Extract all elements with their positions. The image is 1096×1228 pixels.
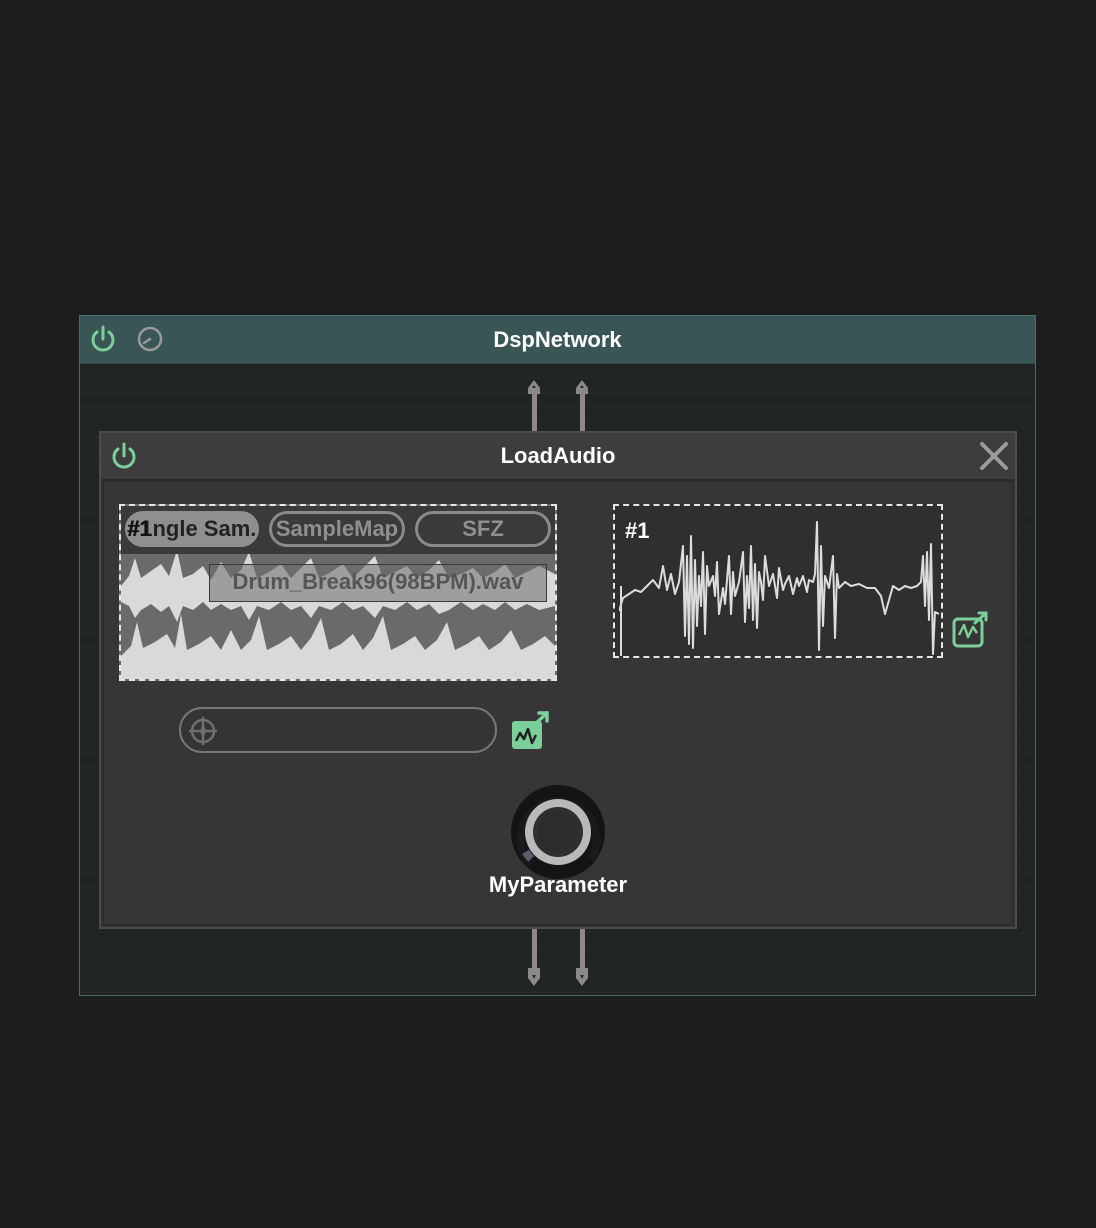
sample-search-input[interactable] (179, 707, 497, 753)
tab-samplemap[interactable]: SampleMap (269, 511, 405, 547)
external-link-icon[interactable] (951, 611, 989, 649)
sample-waveform (619, 521, 939, 656)
crosshair-icon[interactable] (187, 715, 219, 747)
slot-badge: #1 (127, 516, 152, 541)
node-title: LoadAudio (500, 443, 616, 468)
node-header[interactable]: LoadAudio (101, 433, 1015, 481)
power-icon[interactable] (88, 324, 118, 354)
file-name-label[interactable]: Drum_Break96(98BPM).wav (209, 564, 547, 602)
network-header: DspNetwork (80, 316, 1035, 364)
parameter-knob[interactable] (509, 783, 607, 881)
gauge-icon[interactable] (136, 325, 164, 353)
parameter-label: MyParameter (488, 872, 628, 897)
close-icon[interactable] (979, 441, 1009, 471)
network-title: DspNetwork (493, 327, 622, 352)
node-power-icon[interactable] (109, 441, 139, 471)
output-cables (528, 928, 588, 986)
input-cables (528, 380, 588, 434)
audio-file-panel[interactable]: #1ngle Sam... SampleMap SFZ Drum_Break96… (119, 504, 557, 681)
drag-to-export-icon[interactable] (510, 711, 550, 751)
sample-display[interactable]: #1 (613, 504, 943, 658)
tab-sfz[interactable]: SFZ (415, 511, 551, 547)
